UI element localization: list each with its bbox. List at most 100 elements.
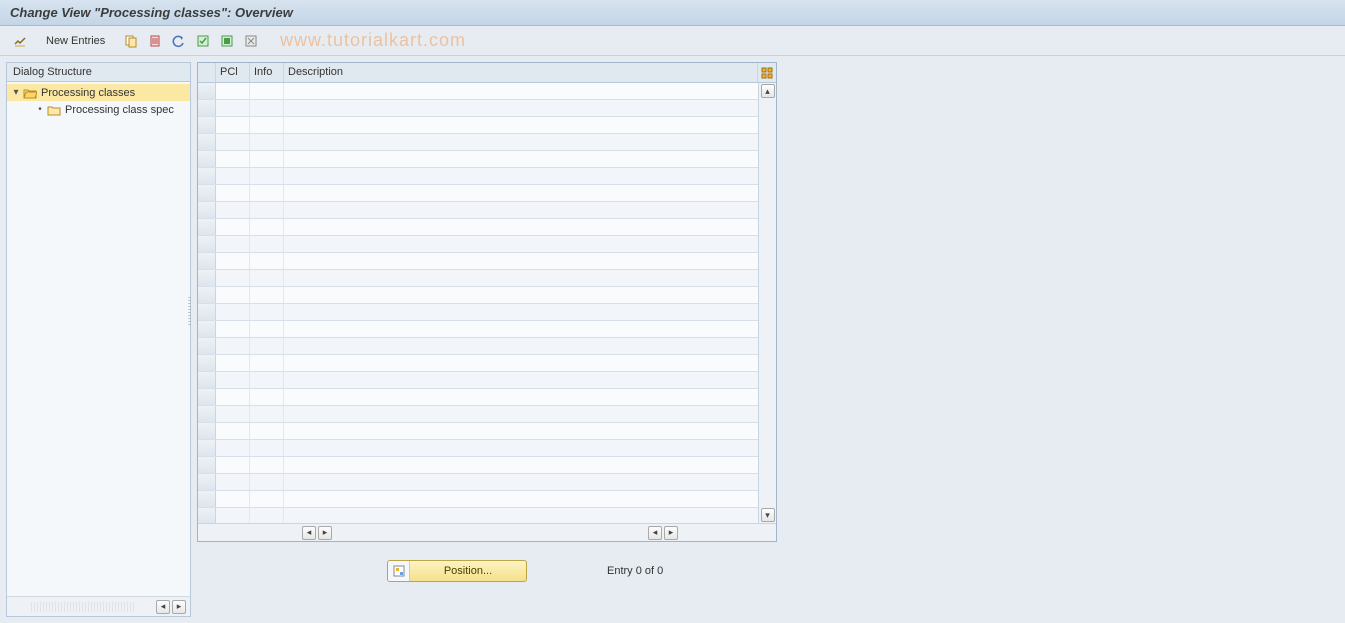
column-header-pcl[interactable]: PCl	[216, 63, 250, 82]
row-selector[interactable]	[198, 508, 216, 523]
cell-description[interactable]	[284, 253, 776, 269]
cell-description[interactable]	[284, 151, 776, 167]
cell-pcl[interactable]	[216, 406, 250, 422]
cell-info[interactable]	[250, 134, 284, 150]
cell-description[interactable]	[284, 100, 776, 116]
cell-info[interactable]	[250, 219, 284, 235]
sidebar-scroll-right-icon[interactable]: ▸	[172, 600, 186, 614]
table-row[interactable]	[198, 270, 776, 287]
sidebar-resize-handle[interactable]	[31, 602, 134, 612]
cell-pcl[interactable]	[216, 202, 250, 218]
row-selector[interactable]	[198, 457, 216, 473]
cell-pcl[interactable]	[216, 423, 250, 439]
cell-description[interactable]	[284, 491, 776, 507]
cell-info[interactable]	[250, 372, 284, 388]
row-selector[interactable]	[198, 253, 216, 269]
cell-description[interactable]	[284, 355, 776, 371]
row-selector[interactable]	[198, 474, 216, 490]
copy-as-icon[interactable]	[121, 31, 141, 51]
cell-pcl[interactable]	[216, 168, 250, 184]
cell-pcl[interactable]	[216, 474, 250, 490]
cell-description[interactable]	[284, 457, 776, 473]
table-row[interactable]	[198, 185, 776, 202]
column-header-info[interactable]: Info	[250, 63, 284, 82]
tree-item-processing-class-spec[interactable]: • Processing class spec	[7, 101, 190, 118]
cell-pcl[interactable]	[216, 355, 250, 371]
hscroll-left-icon[interactable]: ▸	[318, 526, 332, 540]
table-row[interactable]	[198, 508, 776, 523]
cell-info[interactable]	[250, 236, 284, 252]
sidebar-scroll-left-icon[interactable]: ◂	[156, 600, 170, 614]
row-selector[interactable]	[198, 338, 216, 354]
row-selector[interactable]	[198, 270, 216, 286]
deselect-all-icon[interactable]	[241, 31, 261, 51]
cell-description[interactable]	[284, 474, 776, 490]
cell-pcl[interactable]	[216, 83, 250, 99]
row-selector[interactable]	[198, 151, 216, 167]
cell-description[interactable]	[284, 168, 776, 184]
table-row[interactable]	[198, 117, 776, 134]
cell-pcl[interactable]	[216, 457, 250, 473]
cell-description[interactable]	[284, 134, 776, 150]
cell-info[interactable]	[250, 321, 284, 337]
cell-info[interactable]	[250, 355, 284, 371]
cell-pcl[interactable]	[216, 338, 250, 354]
cell-info[interactable]	[250, 117, 284, 133]
cell-pcl[interactable]	[216, 219, 250, 235]
row-selector[interactable]	[198, 491, 216, 507]
table-row[interactable]	[198, 304, 776, 321]
row-selector[interactable]	[198, 236, 216, 252]
table-row[interactable]	[198, 423, 776, 440]
delete-icon[interactable]	[145, 31, 165, 51]
row-selector[interactable]	[198, 117, 216, 133]
row-selector[interactable]	[198, 321, 216, 337]
table-row[interactable]	[198, 440, 776, 457]
cell-pcl[interactable]	[216, 151, 250, 167]
cell-info[interactable]	[250, 406, 284, 422]
new-entries-button[interactable]: New Entries	[40, 33, 111, 49]
cell-pcl[interactable]	[216, 100, 250, 116]
scroll-down-icon[interactable]: ▾	[761, 508, 775, 522]
cell-pcl[interactable]	[216, 304, 250, 320]
cell-info[interactable]	[250, 508, 284, 523]
scroll-up-icon[interactable]: ▴	[761, 84, 775, 98]
cell-info[interactable]	[250, 168, 284, 184]
row-selector[interactable]	[198, 134, 216, 150]
cell-info[interactable]	[250, 491, 284, 507]
cell-info[interactable]	[250, 338, 284, 354]
cell-pcl[interactable]	[216, 134, 250, 150]
cell-description[interactable]	[284, 508, 776, 523]
cell-info[interactable]	[250, 457, 284, 473]
grid-select-all-header[interactable]	[198, 63, 216, 82]
cell-pcl[interactable]	[216, 389, 250, 405]
cell-info[interactable]	[250, 389, 284, 405]
row-selector[interactable]	[198, 304, 216, 320]
cell-info[interactable]	[250, 440, 284, 456]
cell-info[interactable]	[250, 253, 284, 269]
cell-description[interactable]	[284, 389, 776, 405]
table-row[interactable]	[198, 253, 776, 270]
row-selector[interactable]	[198, 287, 216, 303]
table-row[interactable]	[198, 287, 776, 304]
cell-description[interactable]	[284, 236, 776, 252]
table-row[interactable]	[198, 134, 776, 151]
cell-pcl[interactable]	[216, 440, 250, 456]
hscroll-right-icon[interactable]: ◂	[648, 526, 662, 540]
cell-pcl[interactable]	[216, 253, 250, 269]
grid-vertical-scrollbar[interactable]: ▴ ▾	[758, 83, 776, 523]
cell-pcl[interactable]	[216, 185, 250, 201]
row-selector[interactable]	[198, 406, 216, 422]
cell-description[interactable]	[284, 372, 776, 388]
table-row[interactable]	[198, 355, 776, 372]
cell-description[interactable]	[284, 338, 776, 354]
column-header-description[interactable]: Description	[284, 63, 758, 82]
cell-description[interactable]	[284, 83, 776, 99]
select-all-icon[interactable]	[193, 31, 213, 51]
cell-info[interactable]	[250, 270, 284, 286]
row-selector[interactable]	[198, 100, 216, 116]
table-row[interactable]	[198, 202, 776, 219]
cell-description[interactable]	[284, 270, 776, 286]
table-row[interactable]	[198, 168, 776, 185]
cell-description[interactable]	[284, 287, 776, 303]
row-selector[interactable]	[198, 372, 216, 388]
